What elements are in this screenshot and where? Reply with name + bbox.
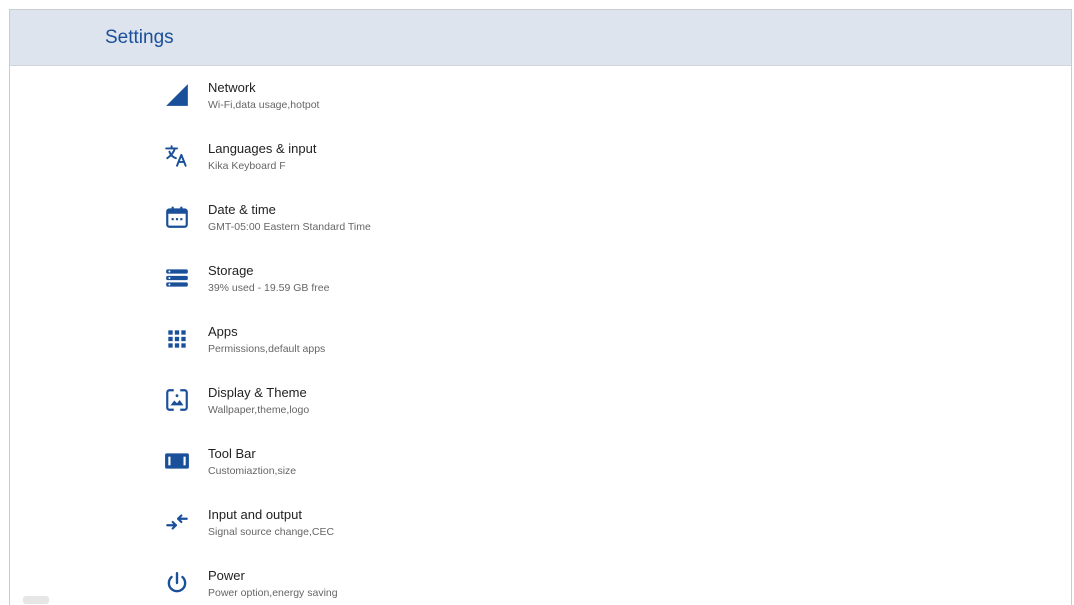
settings-item-languages[interactable]: Languages & input Kika Keyboard F [10,127,1071,187]
item-subtitle: Wallpaper,theme,logo [208,404,310,416]
page-title: Settings [105,26,174,48]
settings-item-tool-bar[interactable]: Tool Bar Customiaztion,size [10,432,1071,492]
item-subtitle: Wi-Fi,data usage,hotpot [208,99,320,111]
settings-header: Settings [10,10,1071,66]
input-output-icon [164,509,190,535]
apps-grid-icon [164,326,190,352]
toolbar-icon [164,448,190,474]
settings-item-power[interactable]: Power Power option,energy saving [10,554,1071,605]
item-subtitle: Kika Keyboard F [208,160,286,172]
item-label: Tool Bar [208,446,256,461]
item-label: Power [208,568,245,583]
settings-item-apps[interactable]: Apps Permissions,default apps [10,310,1071,370]
translate-icon [164,143,190,169]
item-subtitle: Power option,energy saving [208,587,338,599]
item-subtitle: Signal source change,CEC [208,526,335,538]
item-label: Network [208,80,256,95]
settings-item-network[interactable]: Network Wi-Fi,data usage,hotpot [10,66,1071,126]
item-subtitle: 39% used - 19.59 GB free [208,282,330,294]
settings-item-storage[interactable]: Storage 39% used - 19.59 GB free [10,249,1071,309]
item-label: Date & time [208,202,276,217]
settings-window: Settings Network Wi-Fi,data usage,hotpot… [9,9,1072,605]
calendar-icon [164,204,190,230]
storage-icon [164,265,190,291]
settings-item-input-output[interactable]: Input and output Signal source change,CE… [10,493,1071,553]
item-label: Apps [208,324,238,339]
settings-item-date-time[interactable]: Date & time GMT-05:00 Eastern Standard T… [10,188,1071,248]
item-subtitle: Permissions,default apps [208,343,326,355]
item-subtitle: Customiaztion,size [208,465,297,477]
nav-handle [23,596,49,604]
signal-icon [164,82,190,108]
settings-item-display-theme[interactable]: Display & Theme Wallpaper,theme,logo [10,371,1071,431]
display-icon [164,387,190,413]
power-icon [164,570,190,596]
item-label: Display & Theme [208,385,307,400]
item-subtitle: GMT-05:00 Eastern Standard Time [208,221,371,233]
item-label: Languages & input [208,141,317,156]
item-label: Input and output [208,507,302,522]
item-label: Storage [208,263,254,278]
